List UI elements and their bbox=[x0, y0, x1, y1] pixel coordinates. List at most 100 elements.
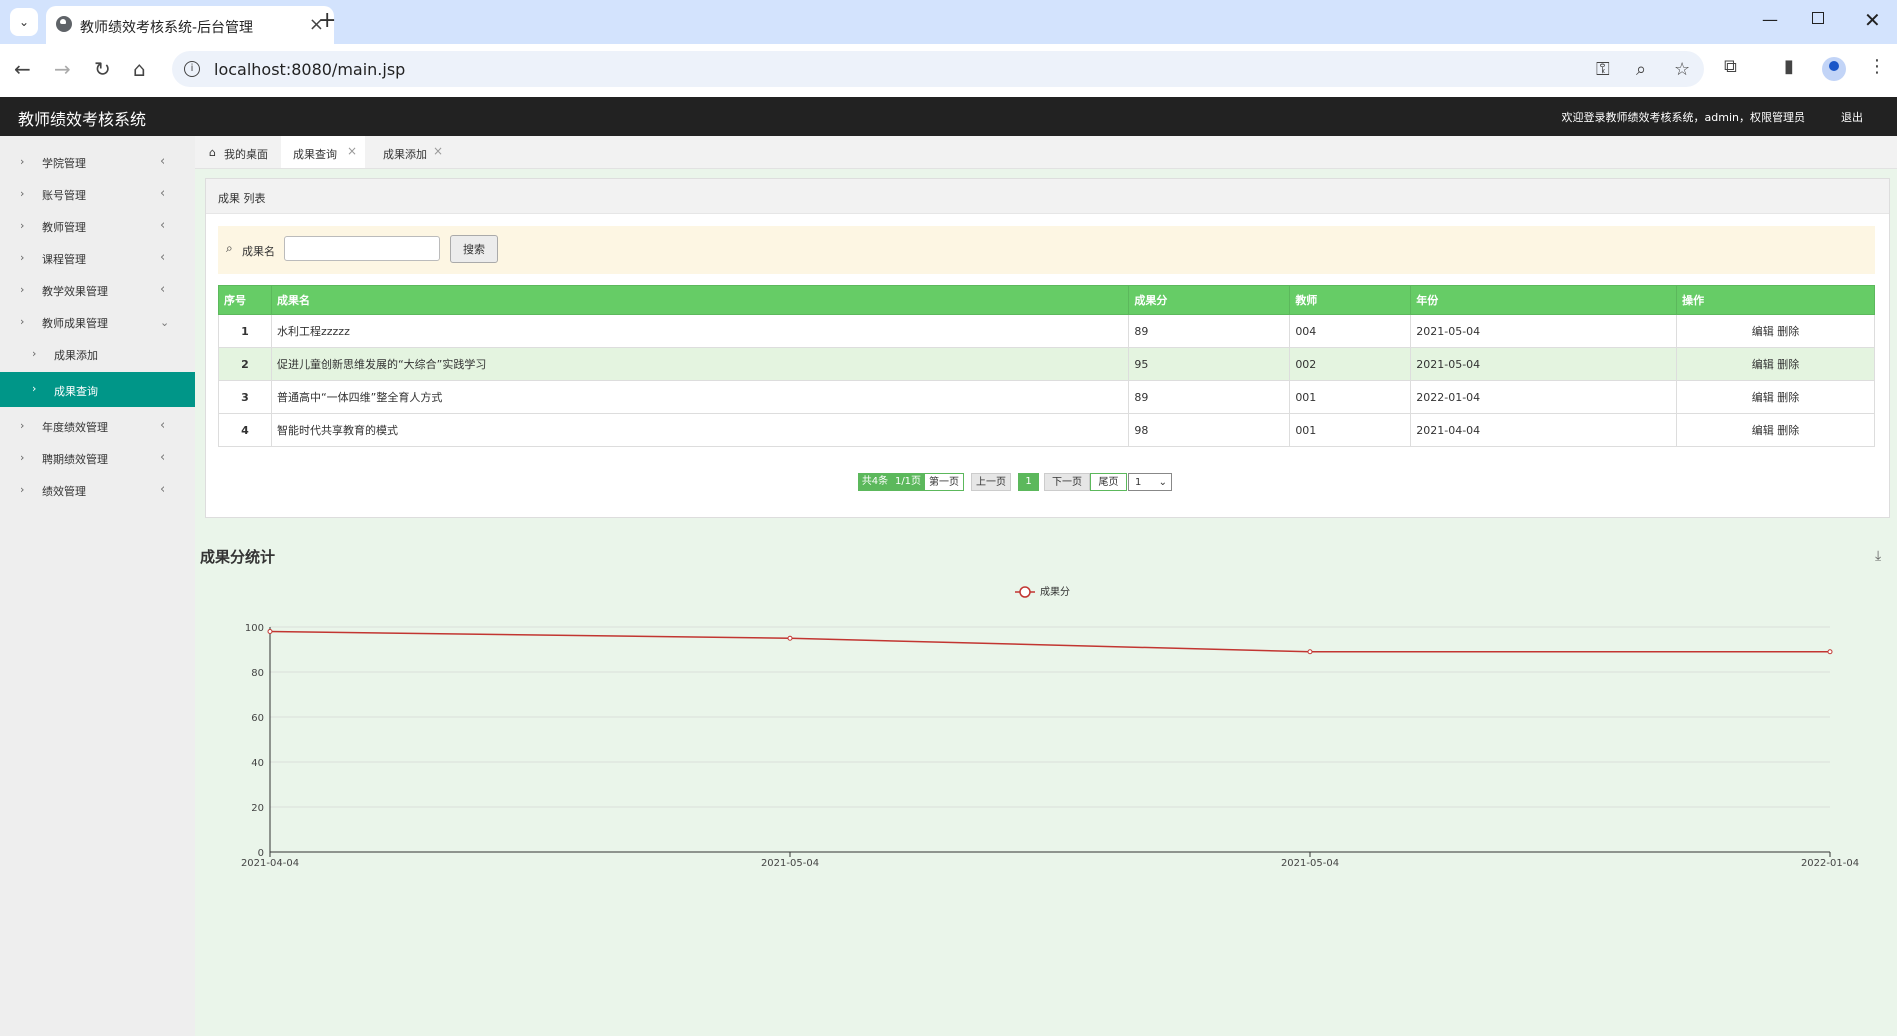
sidebar-item-college[interactable]: › 学院管理 ‹ bbox=[0, 146, 195, 178]
pager-current-page[interactable]: 1 bbox=[1018, 473, 1039, 491]
cell-score: 98 bbox=[1128, 413, 1291, 447]
x-tick-label: 2021-05-04 bbox=[1281, 858, 1339, 869]
cell-teacher: 002 bbox=[1289, 347, 1412, 381]
pager-last-button[interactable]: 尾页 bbox=[1090, 473, 1127, 491]
sidebar-item-performance[interactable]: › 绩效管理 ‹ bbox=[0, 474, 195, 506]
globe-icon bbox=[56, 16, 72, 32]
pager-select-value: 1 bbox=[1135, 477, 1142, 488]
reload-icon[interactable]: ↻ bbox=[94, 57, 111, 81]
chevron-left-icon: ‹ bbox=[160, 282, 166, 297]
x-tick-label: 2022-01-04 bbox=[1801, 858, 1859, 869]
browser-toolbar: ← → ↻ ⌂ i localhost:8080/main.jsp ⚿ ⌕ ☆ … bbox=[0, 44, 1897, 96]
edit-link[interactable]: 编辑 bbox=[1752, 424, 1774, 437]
search-button[interactable]: 搜索 bbox=[450, 235, 498, 263]
pager-page-select[interactable]: 1 ⌄ bbox=[1128, 473, 1172, 491]
maximize-icon[interactable] bbox=[1812, 12, 1824, 24]
sidebar-item-achievement-query[interactable]: › 成果查询 bbox=[0, 372, 195, 407]
cell-name: 促进儿童创新思维发展的“大综合”实践学习 bbox=[270, 347, 1130, 381]
cell-year: 2021-05-04 bbox=[1410, 347, 1678, 381]
y-tick-label: 20 bbox=[251, 803, 264, 814]
zoom-icon[interactable]: ⌕ bbox=[1636, 59, 1646, 80]
pager-prev-button[interactable]: 上一页 bbox=[971, 473, 1011, 491]
star-icon[interactable]: ☆ bbox=[1674, 59, 1690, 80]
delete-link[interactable]: 删除 bbox=[1777, 424, 1799, 437]
content-tabs: ⌂ 我的桌面 成果查询 × 成果添加 × bbox=[195, 136, 1897, 169]
cell-teacher: 004 bbox=[1289, 314, 1412, 348]
browser-tab-active[interactable]: 教师绩效考核系统-后台管理 × bbox=[46, 6, 334, 44]
close-icon[interactable]: × bbox=[347, 144, 357, 158]
sidebar-item-achievement[interactable]: › 教师成果管理 ⌄ bbox=[0, 306, 195, 338]
column-header-year: 年份 bbox=[1410, 285, 1678, 315]
close-window-icon[interactable]: ✕ bbox=[1864, 8, 1881, 32]
side-panel-icon[interactable]: ▮ bbox=[1784, 56, 1794, 77]
home-icon: ⌂ bbox=[209, 146, 216, 159]
sidebar-item-account[interactable]: › 账号管理 ‹ bbox=[0, 178, 195, 210]
edit-link[interactable]: 编辑 bbox=[1752, 325, 1774, 338]
extensions-icon[interactable]: ⧉ bbox=[1724, 56, 1737, 77]
tab-achievement-query[interactable]: 成果查询 × bbox=[281, 136, 365, 168]
chevron-left-icon: ‹ bbox=[160, 218, 166, 233]
sidebar: › 学院管理 ‹ › 账号管理 ‹ › 教师管理 ‹ › 课程管理 ‹ › 教学… bbox=[0, 136, 195, 1036]
chevron-right-icon: › bbox=[20, 283, 25, 296]
sidebar-item-course[interactable]: › 课程管理 ‹ bbox=[0, 242, 195, 274]
tab-search-button[interactable]: ⌄ bbox=[10, 8, 38, 36]
tab-home[interactable]: ⌂ 我的桌面 bbox=[205, 136, 275, 168]
chevron-left-icon: ‹ bbox=[160, 186, 166, 201]
minimize-icon[interactable]: — bbox=[1762, 10, 1778, 29]
back-icon[interactable]: ← bbox=[14, 57, 31, 81]
column-header-name: 成果名 bbox=[270, 285, 1130, 315]
edit-link[interactable]: 编辑 bbox=[1752, 391, 1774, 404]
menu-kebab-icon[interactable]: ⋮ bbox=[1868, 56, 1886, 77]
new-tab-icon[interactable]: + bbox=[318, 8, 336, 33]
app-header: 教师绩效考核系统 欢迎登录教师绩效考核系统，admin，权限管理员 退出 bbox=[0, 97, 1897, 136]
table-header-row: 序号 成果名 成果分 教师 年份 操作 bbox=[218, 285, 1875, 315]
cell-name: 智能时代共享教育的模式 bbox=[270, 413, 1130, 447]
address-bar[interactable]: i localhost:8080/main.jsp ⚿ ⌕ ☆ bbox=[172, 51, 1704, 87]
sidebar-item-teaching-effect[interactable]: › 教学效果管理 ‹ bbox=[0, 274, 195, 306]
sidebar-item-achievement-add[interactable]: › 成果添加 bbox=[0, 338, 195, 372]
cell-score: 89 bbox=[1128, 314, 1291, 348]
data-point bbox=[267, 629, 273, 634]
sidebar-item-teacher[interactable]: › 教师管理 ‹ bbox=[0, 210, 195, 242]
sidebar-item-annual-performance[interactable]: › 年度绩效管理 ‹ bbox=[0, 410, 195, 442]
delete-link[interactable]: 删除 bbox=[1777, 391, 1799, 404]
logout-link[interactable]: 退出 bbox=[1841, 109, 1863, 125]
table-row: 2 促进儿童创新思维发展的“大综合”实践学习 95 002 2021-05-04… bbox=[218, 347, 1875, 381]
column-header-no: 序号 bbox=[218, 285, 272, 315]
cell-actions: 编辑 删除 bbox=[1676, 314, 1875, 348]
key-icon[interactable]: ⚿ bbox=[1596, 59, 1610, 80]
edit-link[interactable]: 编辑 bbox=[1752, 358, 1774, 371]
x-tick-label: 2021-04-04 bbox=[241, 858, 299, 869]
chevron-left-icon: ‹ bbox=[160, 250, 166, 265]
sidebar-item-label: 学院管理 bbox=[42, 157, 86, 170]
url-text[interactable]: localhost:8080/main.jsp bbox=[214, 60, 405, 79]
line-chart: 0204060801002021-04-04 2021-05-04 2021-05-… bbox=[241, 586, 1859, 869]
pager-next-button[interactable]: 下一页 bbox=[1044, 473, 1090, 491]
close-icon[interactable]: × bbox=[433, 144, 443, 158]
table-row: 1 水利工程zzzzz 89 004 2021-05-04 编辑 删除 bbox=[218, 314, 1875, 348]
tab-achievement-add[interactable]: 成果添加 × bbox=[371, 136, 451, 168]
search-input[interactable] bbox=[284, 236, 440, 261]
sidebar-item-label: 成果查询 bbox=[54, 385, 98, 398]
delete-link[interactable]: 删除 bbox=[1777, 325, 1799, 338]
forward-icon[interactable]: → bbox=[54, 57, 71, 81]
pager-first-button[interactable]: 第一页 bbox=[924, 473, 964, 491]
pagination: 共4条 1/1页 第一页 上一页 1 下一页 尾页 1 ⌄ bbox=[206, 469, 1889, 493]
sidebar-item-label: 教学效果管理 bbox=[42, 285, 108, 298]
site-info-icon[interactable]: i bbox=[184, 61, 200, 77]
delete-link[interactable]: 删除 bbox=[1777, 358, 1799, 371]
profile-avatar[interactable] bbox=[1822, 57, 1846, 81]
table-row: 3 普通高中“一体四维”整全育人方式 89 001 2022-01-04 编辑 … bbox=[218, 380, 1875, 414]
y-tick-label: 100 bbox=[245, 623, 264, 634]
achievement-table: 序号 成果名 成果分 教师 年份 操作 1 水利工程zzzzz 89 004 2… bbox=[218, 285, 1875, 447]
sidebar-item-label: 教师成果管理 bbox=[42, 317, 108, 330]
chevron-left-icon: ‹ bbox=[160, 450, 166, 465]
chevron-right-icon: › bbox=[32, 382, 37, 395]
tab-label: 成果添加 bbox=[383, 148, 427, 161]
cell-no: 2 bbox=[218, 347, 272, 381]
cell-actions: 编辑 删除 bbox=[1676, 347, 1875, 381]
home-icon[interactable]: ⌂ bbox=[133, 57, 146, 81]
sidebar-item-term-performance[interactable]: › 聘期绩效管理 ‹ bbox=[0, 442, 195, 474]
welcome-text: 欢迎登录教师绩效考核系统，admin，权限管理员 bbox=[1561, 111, 1805, 124]
sidebar-item-label: 课程管理 bbox=[42, 253, 86, 266]
